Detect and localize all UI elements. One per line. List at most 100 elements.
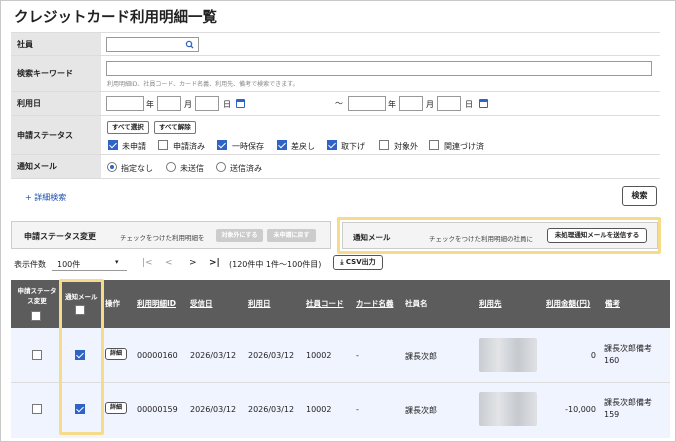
th-payee[interactable]: 利用先 [474,280,542,328]
employee-search-button[interactable] [183,37,199,52]
cell-id: 00000160 [137,351,178,360]
status-option-label: 差戻し [291,142,315,151]
to-year-unit: 年 [388,100,396,109]
to-year-input[interactable] [348,96,386,111]
to-day-input[interactable] [437,96,461,111]
cell-received: 2026/03/12 [190,351,237,360]
payee-redacted [479,392,537,426]
per-page-label: 表示件数 [14,260,46,269]
status-checkbox-unapplied[interactable] [108,140,118,150]
from-day-input[interactable] [195,96,219,111]
from-year-input[interactable] [106,96,144,111]
th-emp-name: 社員名 [400,280,474,328]
payee-redacted [479,338,537,372]
employee-label: 社員 [11,33,101,55]
th-amount-label: 利用金額(円) [546,299,591,308]
notify-radio-unsent[interactable] [166,162,176,172]
status-checkbox-applied[interactable] [158,140,168,150]
prev-page-button[interactable]: < [165,258,173,268]
per-page-select[interactable]: 100件 ▾ [52,255,127,271]
exclude-button[interactable]: 対象外にする [216,229,263,242]
next-page-button[interactable]: > [189,258,197,268]
status-checkbox-returned[interactable] [277,140,287,150]
cell-amount: -10,000 [565,405,596,414]
th-amount[interactable]: 利用金額(円) [542,280,600,328]
th-emp-code[interactable]: 社員コード [301,280,351,328]
cell-amount: 0 [590,351,596,360]
th-used[interactable]: 利用日 [243,280,301,328]
last-page-button[interactable]: >| [209,258,220,268]
to-month-unit: 月 [426,100,434,109]
status-checkbox-draft[interactable] [217,140,227,150]
from-calendar-icon[interactable] [236,99,245,108]
search-icon [185,40,194,49]
detail-button[interactable]: 詳細 [105,348,127,360]
th-received[interactable]: 受信日 [185,280,243,328]
cell-id: 00000159 [137,405,178,414]
row-status-checkbox[interactable] [32,350,42,360]
search-button[interactable]: 検索 [622,186,657,206]
th-action-label: 操作 [105,299,120,308]
keyword-label: 検索キーワード [11,56,101,91]
keyword-input[interactable] [106,61,652,76]
cell-emp-name: 課長次郎 [405,352,437,361]
highlight-notify-column [59,279,104,435]
cell-emp-code: 10002 [306,405,332,414]
advanced-search-link[interactable]: + 詳細検索 [25,192,66,203]
from-month-unit: 月 [184,100,192,109]
th-card-name[interactable]: カード名義 [351,280,400,328]
from-day-unit: 日 [223,100,231,109]
to-calendar-icon[interactable] [479,99,488,108]
detail-button[interactable]: 詳細 [105,402,127,414]
status-option-label: 対象外 [394,142,418,151]
keyword-hint: 利用明細ID、社員コード、カード名義、利用先、備考で検索できます。 [107,81,299,88]
employee-input[interactable] [106,37,184,52]
th-card-name-label: カード名義 [356,299,394,308]
th-status-change-label: 申請ステータス変更 [17,287,57,305]
cell-received: 2026/03/12 [190,405,237,414]
notify-option-label: 未送信 [180,164,204,173]
highlight-notify-panel [337,217,661,254]
from-month-input[interactable] [157,96,181,111]
deselect-all-button[interactable]: すべて解除 [154,121,196,134]
cell-card-name: - [356,351,359,360]
to-month-input[interactable] [399,96,423,111]
filter-row-employee: 社員 [11,32,660,56]
status-checkbox-linked[interactable] [429,140,439,150]
th-payee-label: 利用先 [479,299,502,308]
th-status-change: 申請ステータス変更 [11,280,61,328]
status-checkbox-excluded[interactable] [379,140,389,150]
th-id[interactable]: 利用明細ID [132,280,185,328]
notify-option-label: 送信済み [230,164,262,173]
notify-radio-sent[interactable] [216,162,226,172]
revert-unapplied-button[interactable]: 未申請に戻す [267,229,316,242]
th-id-label: 利用明細ID [137,299,177,308]
first-page-button[interactable]: |< [142,258,153,268]
cell-note-number: 159 [604,410,620,419]
pagination-summary: (120件中 1件〜100件目) [229,260,322,269]
cell-used: 2026/03/12 [248,351,295,360]
row-status-checkbox[interactable] [32,404,42,414]
th-emp-name-label: 社員名 [405,299,428,308]
status-option-label: 未申請 [122,142,146,151]
select-all-status-checkbox[interactable] [31,311,41,321]
th-note[interactable]: 備考 [600,280,670,328]
status-option-label: 取下げ [341,142,365,151]
cell-note: 課長次郎備考 [604,344,652,353]
status-change-panel: 申請ステータス変更 チェックをつけた利用明細を 対象外にする 未申請に戻す [11,221,331,249]
range-separator: 〜 [335,99,343,108]
notify-radio-unspecified[interactable] [107,162,117,172]
filter-row-usage-date: 利用日 年 月 日 〜 年 月 日 [11,92,660,116]
status-change-title: 申請ステータス変更 [24,232,96,241]
th-action: 操作 [102,280,132,328]
notify-option-label: 指定なし [121,164,153,173]
select-all-button[interactable]: すべて選択 [107,121,149,134]
cell-emp-name: 課長次郎 [405,406,437,415]
from-year-unit: 年 [146,100,154,109]
csv-export-button[interactable]: ⤓ CSV出力 [333,255,383,270]
status-checkbox-withdrawn[interactable] [327,140,337,150]
filter-row-status: 申請ステータス すべて選択 すべて解除 未申請 申請済み 一時保存 差戻し 取下… [11,116,660,155]
filter-row-keyword: 検索キーワード 利用明細ID、社員コード、カード名義、利用先、備考で検索できます… [11,56,660,92]
status-option-label: 関連づけ済 [444,142,484,151]
th-received-label: 受信日 [190,299,213,308]
